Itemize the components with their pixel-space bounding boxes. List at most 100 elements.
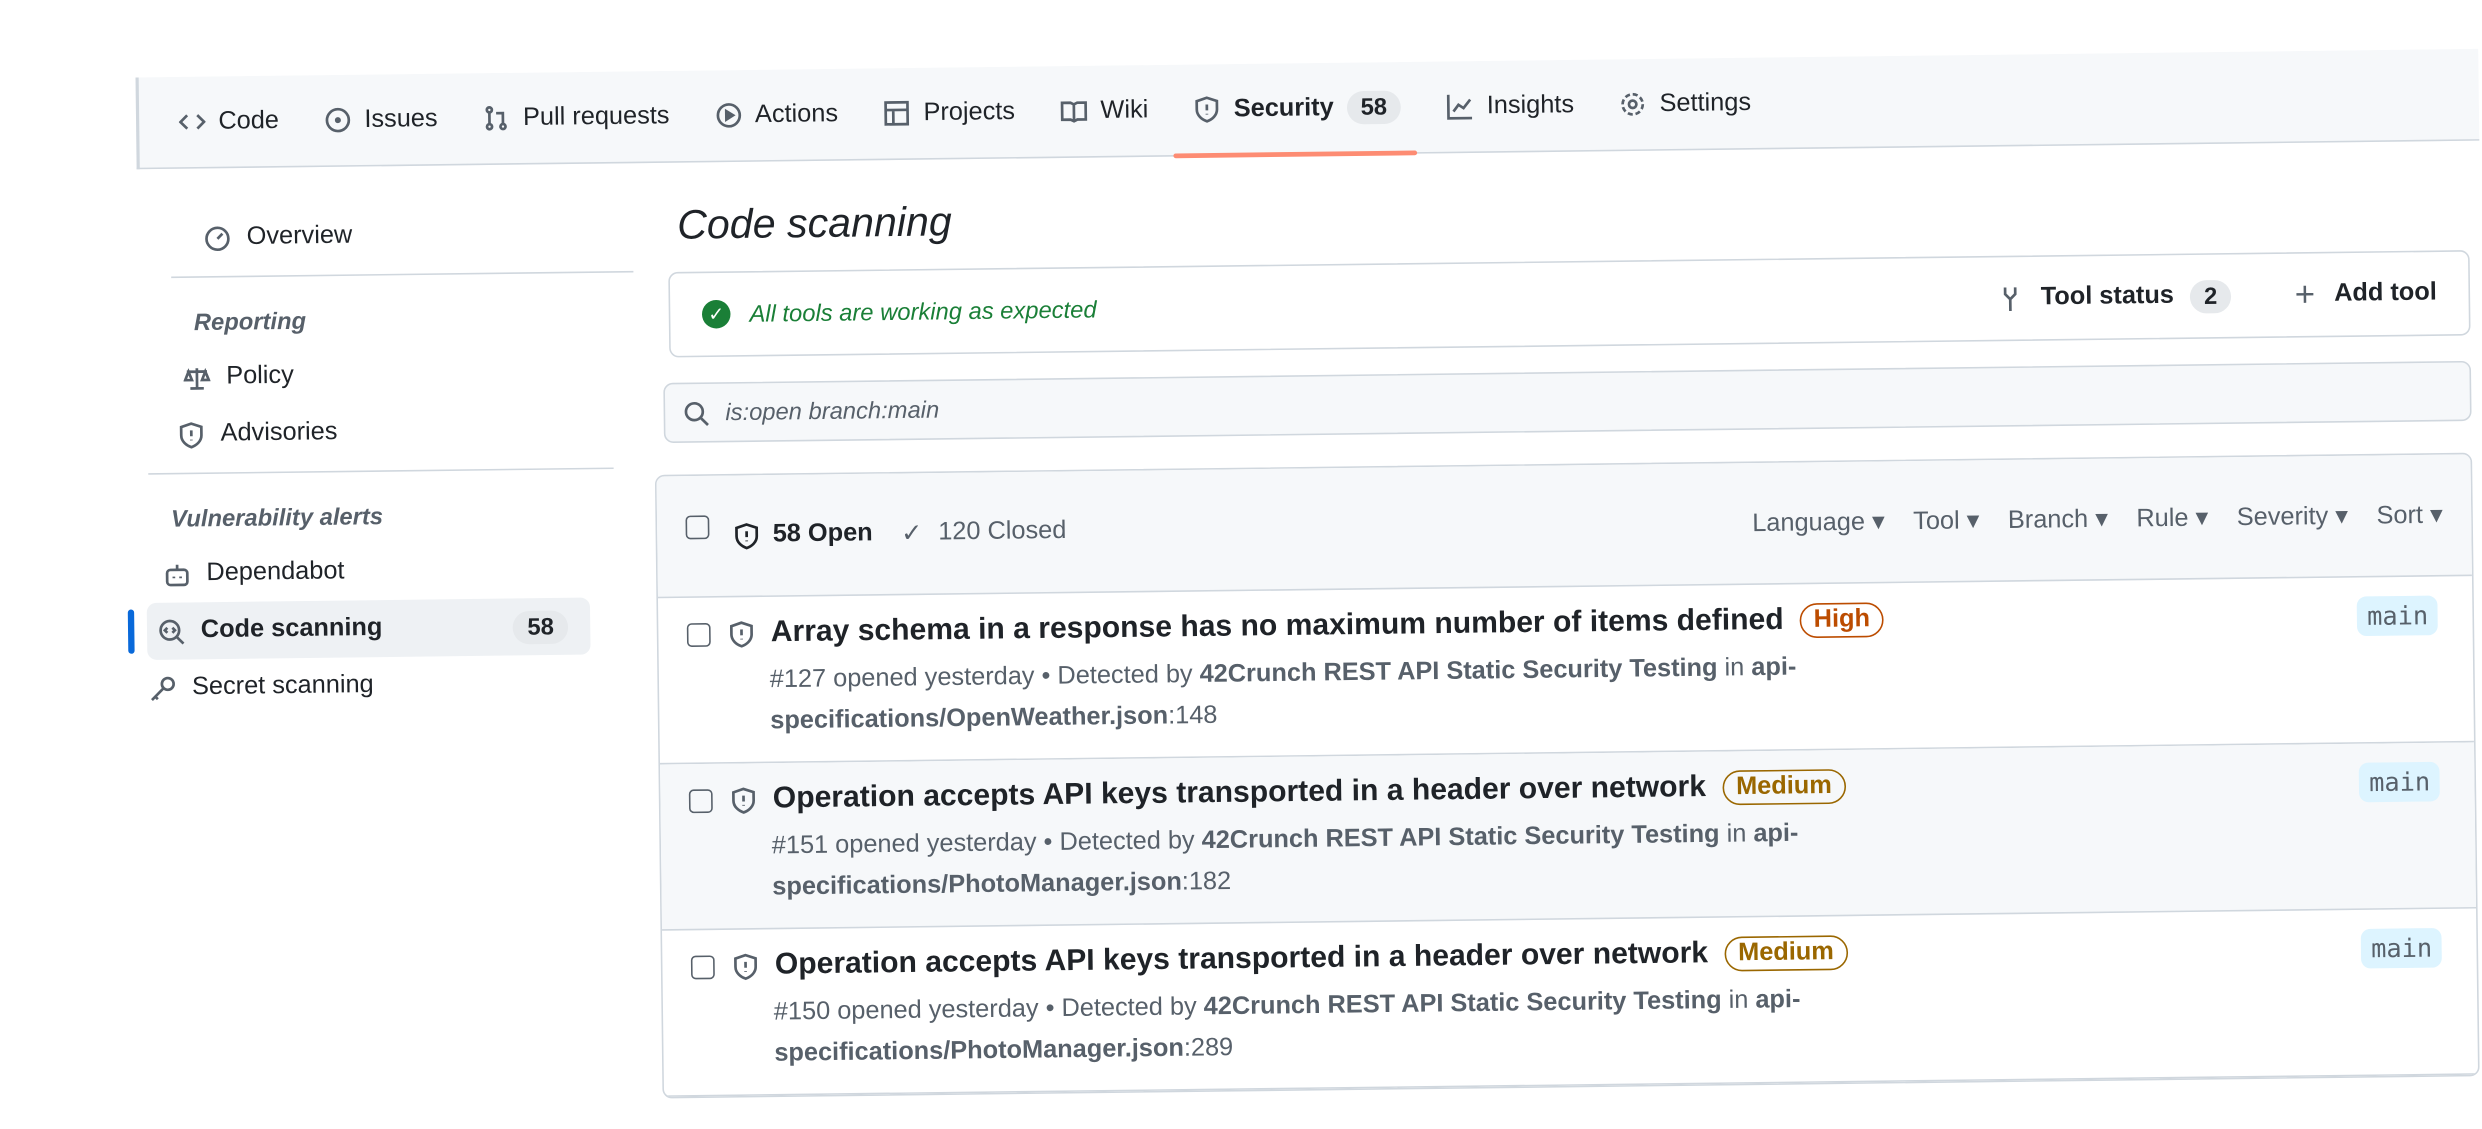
alert-title-link[interactable]: Operation accepts API keys transported i… [773,771,1707,817]
tool-status-button[interactable]: Tool status 2 [1996,279,2232,315]
tab-label: Code [218,106,280,135]
alert-title-link[interactable]: Array schema in a response has no maximu… [771,604,1784,651]
branch-label[interactable]: main [2359,761,2440,803]
sidebar-item-overview[interactable]: Overview [142,204,633,267]
filter-language[interactable]: Language ▾ [1752,506,1885,539]
sidebar-item-label: Advisories [220,418,338,447]
filter-label: Branch [2007,506,2089,535]
alerts-search[interactable] [663,360,2472,444]
alert-tool: 42Crunch REST API Static Security Testin… [1201,821,1720,855]
filter-tool[interactable]: Tool ▾ [1913,505,1980,537]
caret-down-icon: ▾ [2095,506,2109,534]
sidebar-item-label: Code scanning [200,614,383,644]
caret-down-icon: ▾ [2195,504,2209,533]
select-all-checkbox[interactable] [685,514,710,539]
severity-badge: Medium [1721,769,1847,806]
filter-branch[interactable]: Branch ▾ [2008,503,2108,536]
play-icon [714,101,743,130]
tab-actions[interactable]: Actions [713,68,838,161]
alert-checkbox[interactable] [690,954,715,979]
severity-badge: High [1799,602,1885,639]
shield-icon [730,952,759,981]
tab-issues[interactable]: Issues [323,73,438,166]
tab-wiki[interactable]: Wiki [1059,64,1149,157]
filter-label: Tool [1913,507,1960,536]
tab-label: Settings [1659,88,1752,117]
sidebar-item-dependabot[interactable]: Dependabot [146,540,637,603]
tab-code[interactable]: Code [177,75,280,168]
closed-filter[interactable]: 120 Closed [938,517,1066,547]
main-content: Code scanning ✓ All tools are working as… [651,166,2480,1099]
tab-projects[interactable]: Projects [882,66,1016,159]
key-icon [148,674,177,703]
alert-title-link[interactable]: Operation accepts API keys transported i… [775,937,1709,983]
alert-line: :148 [1167,702,1218,730]
tab-label: Projects [923,97,1016,126]
sidebar-item-advisories[interactable]: Advisories [144,401,635,464]
dependabot-icon [162,560,191,589]
tab-settings[interactable]: Settings [1618,57,1752,150]
sidebar: Overview Reporting Policy Advisories Vul… [142,204,639,717]
filter-menus: Language ▾ Tool ▾ Branch ▾ Rule ▾ Severi… [1752,499,2443,539]
meter-icon [202,224,231,253]
search-icon [681,398,710,427]
filter-label: Severity [2236,503,2329,532]
shield-icon [728,785,757,814]
reporting-heading: Reporting [193,308,307,337]
filter-sort[interactable]: Sort ▾ [2376,499,2443,531]
sidebar-item-secret-scanning[interactable]: Secret scanning [147,654,638,717]
branch-label[interactable]: main [2361,927,2442,969]
security-count-badge: 58 [1346,90,1402,125]
tab-label: Actions [754,99,839,128]
divider [148,467,614,475]
shield-icon [176,420,205,449]
tab-label: Pull requests [522,101,670,131]
search-input[interactable] [722,377,2325,428]
tab-insights[interactable]: Insights [1445,59,1575,152]
sidebar-item-code-scanning[interactable]: Code scanning 58 [146,597,591,660]
open-filter[interactable]: 58 Open [773,520,873,550]
caret-down-icon: ▾ [2429,502,2443,530]
code-scanning-count: 58 [512,609,569,644]
check-icon: ✓ [901,520,923,548]
caret-down-icon: ▾ [1966,507,1980,535]
sidebar-item-label: Dependabot [206,557,345,587]
shield-icon [731,521,760,550]
caret-down-icon: ▾ [2335,503,2349,531]
screen: Code Issues Pull requests Actions Projec… [0,0,2482,1129]
tab-pull-requests[interactable]: Pull requests [481,70,670,164]
alert-meta-text: #127 opened yesterday • Detected by [769,661,1200,694]
branch-label[interactable]: main [2357,595,2438,637]
filter-severity[interactable]: Severity ▾ [2237,500,2349,533]
alert-meta-text: #151 opened yesterday • Detected by [771,827,1202,860]
alert-row: Array schema in a response has no maximu… [657,576,2474,765]
table-icon [882,99,911,128]
tool-status-count: 2 [2189,279,2232,313]
pull-request-icon [482,104,511,133]
alert-meta: #127 opened yesterday • Detected by 42Cr… [770,646,1942,743]
add-tool-label: Add tool [2333,278,2437,308]
filter-label: Language [1752,509,1866,538]
severity-badge: Medium [1723,935,1849,972]
sidebar-item-label: Secret scanning [191,671,374,701]
alerts-list-header: 58 Open ✓ 120 Closed Language ▾ Tool ▾ B… [656,454,2472,599]
repo-nav: Code Issues Pull requests Actions Projec… [135,48,2480,170]
alert-meta-in: in [1721,987,1756,1015]
shield-icon [726,619,755,648]
book-icon [1059,97,1088,126]
alert-line: :182 [1181,868,1232,896]
alert-meta: #150 opened yesterday • Detected by 42Cr… [774,978,1946,1075]
codescan-icon [156,617,185,646]
sidebar-item-policy[interactable]: Policy [144,344,635,407]
alert-checkbox[interactable] [686,622,711,647]
shield-icon [1192,95,1221,124]
tab-label: Insights [1486,90,1575,119]
tab-security[interactable]: Security 58 [1192,61,1402,155]
filter-rule[interactable]: Rule ▾ [2136,502,2208,535]
vulnerability-alerts-heading: Vulnerability alerts [170,503,384,534]
alert-checkbox[interactable] [688,788,713,813]
tab-label: Wiki [1100,95,1149,124]
caret-down-icon: ▾ [1871,508,1885,536]
add-tool-button[interactable]: + Add tool [2295,273,2438,316]
tab-label: Security [1233,93,1334,122]
